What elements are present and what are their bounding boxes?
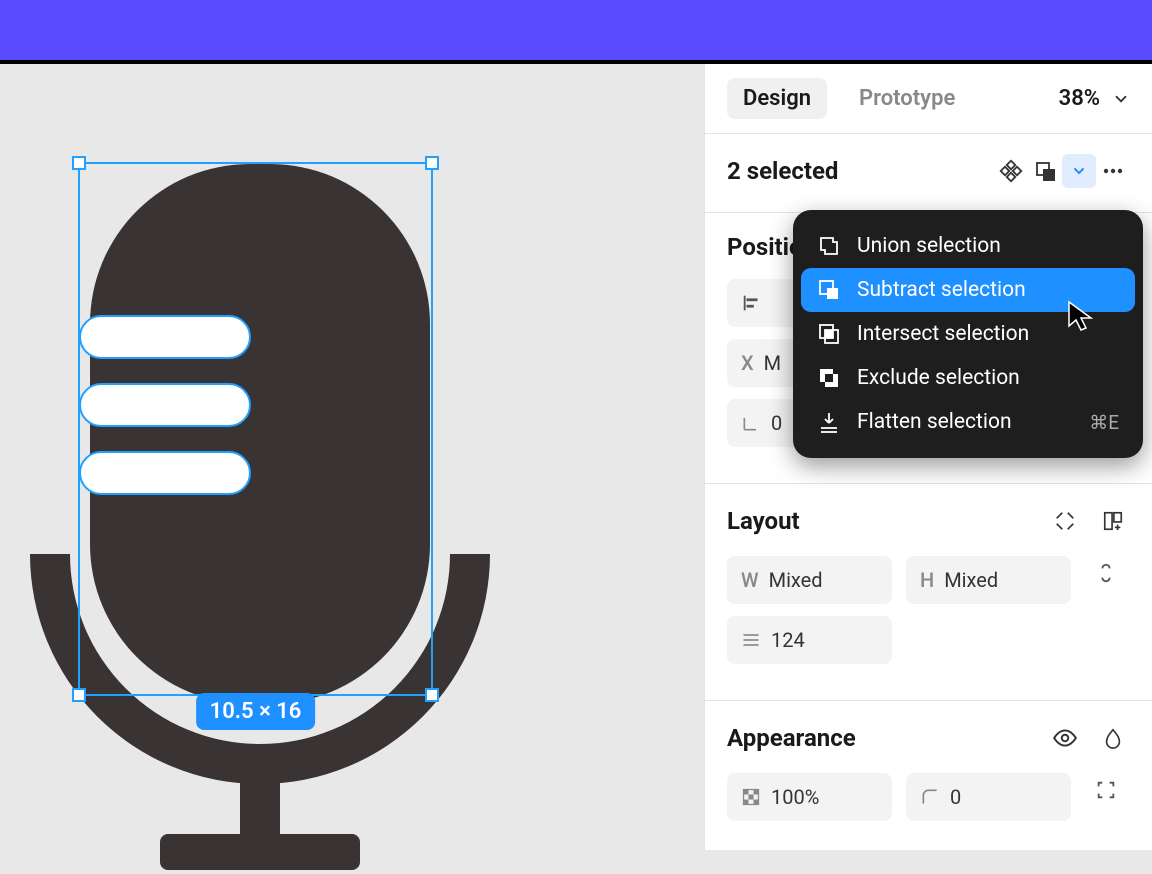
resize-handle-tr[interactable] — [425, 156, 439, 170]
zoom-control[interactable]: 38% — [1059, 86, 1130, 111]
corner-icon — [920, 787, 940, 807]
more-actions-icon[interactable] — [1096, 154, 1130, 188]
constrain-proportions-icon[interactable] — [1089, 556, 1123, 590]
corner-radius-field[interactable]: 0 — [906, 773, 1071, 821]
chevron-down-icon — [1112, 90, 1130, 108]
tab-prototype[interactable]: Prototype — [843, 78, 971, 119]
individual-corners-icon[interactable] — [1089, 773, 1123, 807]
chevron-down-icon — [1071, 163, 1087, 179]
visibility-icon[interactable] — [1048, 721, 1082, 755]
union-icon — [817, 234, 841, 258]
selection-section: 2 selected — [705, 134, 1152, 213]
boolean-ops-icon[interactable] — [1028, 154, 1062, 188]
app-titlebar — [0, 0, 1152, 60]
gap-field[interactable]: 124 — [727, 616, 892, 664]
menu-union[interactable]: Union selection — [801, 224, 1135, 268]
inspector-tabs: Design Prototype 38% — [705, 64, 1152, 134]
autolayout-add-icon[interactable] — [1096, 504, 1130, 538]
selection-bounds[interactable]: 10.5 × 16 — [78, 162, 433, 696]
exclude-icon — [817, 366, 841, 390]
height-field[interactable]: H Mixed — [906, 556, 1071, 604]
subtract-icon — [817, 278, 841, 302]
component-actions-icon[interactable] — [994, 154, 1028, 188]
resize-handle-tl[interactable] — [72, 156, 86, 170]
flatten-icon — [817, 410, 841, 434]
autolayout-collapse-icon[interactable] — [1048, 504, 1082, 538]
layout-section: Layout W Mixed H Mixed — [705, 484, 1152, 701]
align-left-icon — [741, 292, 763, 314]
gap-icon — [741, 630, 761, 650]
resize-handle-br[interactable] — [425, 688, 439, 702]
menu-exclude[interactable]: Exclude selection — [801, 356, 1135, 400]
opacity-icon — [741, 787, 761, 807]
boolean-dropdown-trigger[interactable] — [1062, 154, 1096, 188]
intersect-icon — [817, 322, 841, 346]
selection-dimensions: 10.5 × 16 — [196, 693, 316, 730]
canvas[interactable]: 10.5 × 16 — [0, 64, 704, 850]
opacity-field[interactable]: 100% — [727, 773, 892, 821]
tab-design[interactable]: Design — [727, 78, 827, 119]
layout-title: Layout — [727, 507, 800, 535]
appearance-section: Appearance 100% 0 — [705, 701, 1152, 857]
boolean-ops-menu: Union selection Subtract selection Inter… — [793, 210, 1143, 458]
selection-count: 2 selected — [727, 157, 838, 185]
resize-handle-bl[interactable] — [72, 688, 86, 702]
blend-mode-icon[interactable] — [1096, 721, 1130, 755]
angle-icon — [741, 413, 761, 433]
menu-flatten[interactable]: Flatten selection ⌘E — [801, 400, 1135, 444]
cursor-icon — [1067, 300, 1095, 334]
width-field[interactable]: W Mixed — [727, 556, 892, 604]
appearance-title: Appearance — [727, 724, 856, 752]
main-area: 10.5 × 16 Design Prototype 38% 2 selecte… — [0, 64, 1152, 850]
zoom-value: 38% — [1059, 86, 1100, 111]
inspector-panel: Design Prototype 38% 2 selected — [704, 64, 1152, 850]
